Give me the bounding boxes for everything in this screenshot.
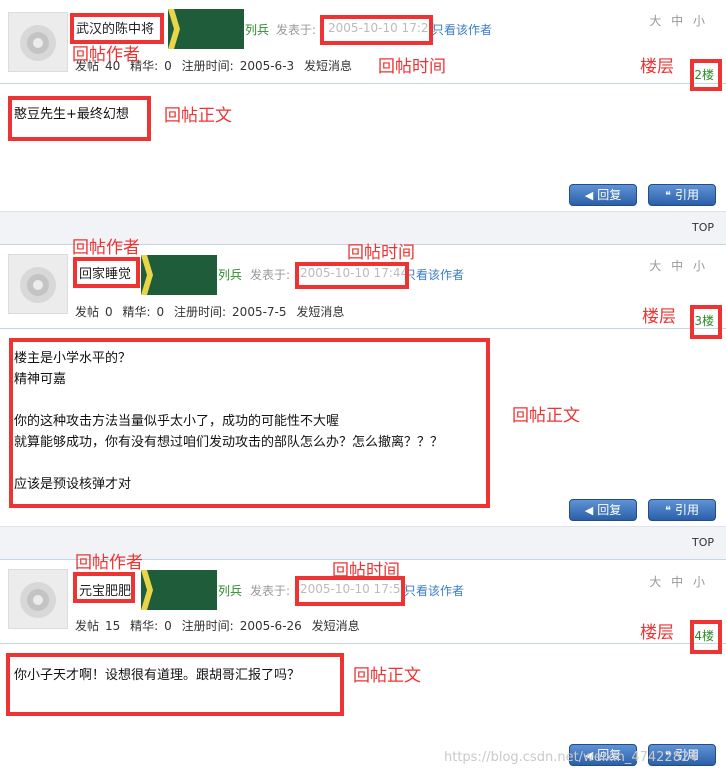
stat-reg-value: 2005-6-26 bbox=[239, 619, 302, 633]
font-size-switcher[interactable]: 大 中 小 bbox=[649, 12, 708, 29]
stat-reg-value: 2005-6-3 bbox=[239, 59, 295, 73]
stat-elite-value: 0 bbox=[164, 59, 172, 73]
top-link[interactable]: TOP bbox=[692, 536, 714, 549]
rank-chevron-icon bbox=[141, 570, 153, 610]
posted-prefix: 发表于: bbox=[250, 268, 291, 282]
stat-reg-value: 2005-7-5 bbox=[232, 305, 287, 319]
watermark: https://blog.csdn.net/weixin_47422824 bbox=[444, 750, 698, 765]
stat-posts-label: 发帖 bbox=[75, 305, 100, 319]
top-link[interactable]: TOP bbox=[692, 221, 714, 234]
only-author-link[interactable]: 只看该作者 bbox=[404, 582, 464, 599]
rank-title: 列兵 bbox=[218, 268, 243, 282]
avatar[interactable] bbox=[8, 254, 68, 314]
highlight-time-2 bbox=[295, 262, 409, 289]
send-message-link[interactable]: 发短消息 bbox=[304, 59, 352, 73]
highlight-floor-3 bbox=[690, 620, 722, 654]
annotation-time: 回帖时间 bbox=[347, 243, 415, 263]
reply-button-label: 回复 bbox=[597, 503, 622, 517]
reply-icon: ◀ bbox=[584, 189, 594, 202]
rank-badge-image bbox=[141, 570, 217, 610]
divider bbox=[0, 643, 726, 644]
stat-reg-label: 注册时间: bbox=[174, 305, 227, 319]
stat-elite-value: 0 bbox=[164, 619, 172, 633]
highlight-body-3 bbox=[6, 653, 344, 716]
quote-button[interactable]: ❝ 引用 bbox=[648, 184, 716, 206]
rank-chevron-icon bbox=[141, 255, 153, 295]
annotation-body: 回帖正文 bbox=[164, 106, 232, 126]
stat-reg-label: 注册时间: bbox=[181, 619, 234, 633]
reply-button[interactable]: ◀ 回复 bbox=[569, 184, 637, 206]
reply-icon: ◀ bbox=[584, 504, 594, 517]
only-author-link[interactable]: 只看该作者 bbox=[432, 21, 492, 38]
annotation-floor: 楼层 bbox=[640, 57, 674, 77]
stat-posts-label: 发帖 bbox=[75, 619, 100, 633]
annotation-time: 回帖时间 bbox=[378, 57, 446, 77]
font-size-switcher[interactable]: 大 中 小 bbox=[649, 257, 708, 274]
annotation-author: 回帖作者 bbox=[72, 238, 140, 258]
quote-button-label: 引用 bbox=[674, 503, 699, 517]
reply-button-label: 回复 bbox=[597, 188, 622, 202]
quote-button[interactable]: ❝ 引用 bbox=[648, 499, 716, 521]
highlight-floor-2 bbox=[690, 305, 722, 339]
user-avatar-icon bbox=[20, 267, 56, 303]
posted-prefix: 发表于: bbox=[250, 584, 291, 598]
send-message-link[interactable]: 发短消息 bbox=[296, 305, 344, 319]
posted-prefix: 发表于: bbox=[276, 23, 317, 37]
highlight-time-1 bbox=[320, 15, 433, 45]
avatar[interactable] bbox=[8, 12, 68, 72]
send-message-link[interactable]: 发短消息 bbox=[312, 619, 360, 633]
author-stats: 发帖 15 精华: 0 注册时间: 2005-6-26 发短消息 bbox=[75, 617, 366, 634]
quote-icon: ❝ bbox=[665, 189, 671, 202]
font-size-switcher[interactable]: 大 中 小 bbox=[649, 573, 708, 590]
user-avatar-icon bbox=[20, 25, 56, 61]
highlight-body-2 bbox=[9, 338, 490, 508]
highlight-body-1 bbox=[8, 96, 151, 141]
divider bbox=[0, 328, 726, 329]
only-author-link[interactable]: 只看该作者 bbox=[404, 266, 464, 283]
annotation-floor: 楼层 bbox=[640, 623, 674, 643]
stat-elite-label: 精华: bbox=[122, 305, 151, 319]
annotation-floor: 楼层 bbox=[642, 307, 676, 327]
quote-button-label: 引用 bbox=[674, 188, 699, 202]
rank-badge-image bbox=[168, 9, 244, 49]
highlight-floor-1 bbox=[690, 59, 722, 91]
reply-button[interactable]: ◀ 回复 bbox=[569, 499, 637, 521]
annotation-author: 回帖作者 bbox=[72, 45, 140, 65]
annotation-body: 回帖正文 bbox=[512, 406, 580, 426]
annotation-author: 回帖作者 bbox=[75, 553, 143, 573]
user-avatar-icon bbox=[20, 582, 56, 618]
stat-elite-value: 0 bbox=[156, 305, 165, 319]
stat-reg-label: 注册时间: bbox=[181, 59, 234, 73]
annotation-time: 回帖时间 bbox=[332, 561, 400, 581]
stat-posts-value: 15 bbox=[105, 619, 121, 633]
stat-elite-label: 精华: bbox=[130, 619, 159, 633]
avatar[interactable] bbox=[8, 569, 68, 629]
highlight-author-3 bbox=[73, 572, 135, 603]
quote-icon: ❝ bbox=[665, 504, 671, 517]
rank-title: 列兵 bbox=[218, 584, 243, 598]
rank-title: 列兵 bbox=[245, 23, 270, 37]
rank-badge-image bbox=[141, 255, 217, 295]
rank-chevron-icon bbox=[168, 9, 180, 49]
highlight-author-2 bbox=[73, 257, 140, 288]
author-stats: 发帖 0 精华: 0 注册时间: 2005-7-5 发短消息 bbox=[75, 303, 350, 320]
stat-posts-value: 0 bbox=[105, 305, 113, 319]
divider bbox=[0, 83, 726, 84]
annotation-body: 回帖正文 bbox=[353, 666, 421, 686]
